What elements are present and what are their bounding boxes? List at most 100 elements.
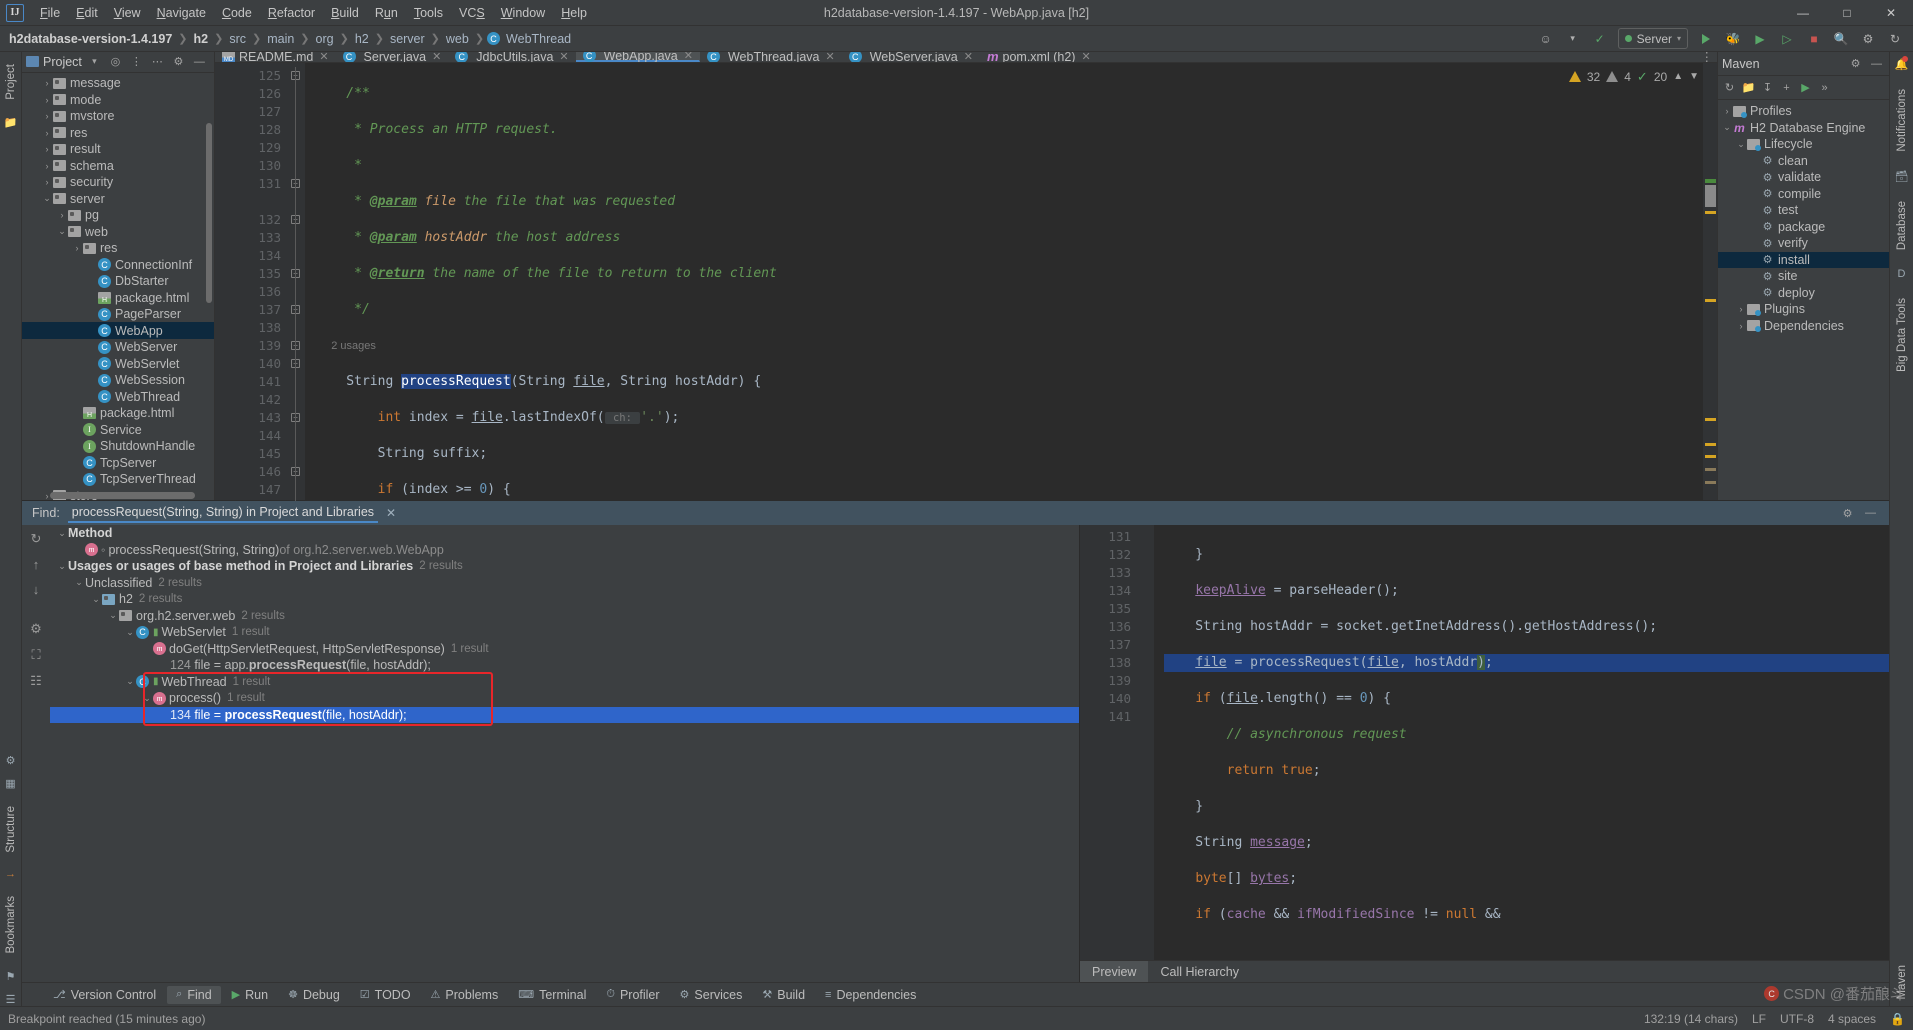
maven-tree-item[interactable]: ⚙ deploy [1718,285,1889,302]
editor-tab[interactable]: C Server.java ✕ [336,52,449,62]
sidebar-tab-database[interactable]: Database [1894,195,1910,256]
preview-text[interactable]: } keepAlive = parseHeader(); String host… [1154,525,1889,960]
project-tree-item[interactable]: C WebSession [22,372,214,389]
chevron-right-icon[interactable]: › [56,210,68,220]
editor-tab[interactable]: C WebThread.java ✕ [700,52,842,62]
grid-icon[interactable]: ▦ [5,777,15,790]
chevron-right-icon[interactable]: › [41,111,53,121]
prev-problem-icon[interactable]: ▲ [1673,71,1683,82]
chevron-right-icon[interactable]: › [1735,321,1747,331]
menu-edit[interactable]: Edit [68,3,106,23]
close-icon[interactable]: ✕ [386,506,396,520]
menu-tools[interactable]: Tools [406,3,451,23]
maven-tree-item[interactable]: ⚙ clean [1718,153,1889,170]
chevron-right-icon[interactable]: › [41,161,53,171]
breadcrumb-module[interactable]: h2 [191,30,212,48]
chevron-down-icon[interactable]: ⌄ [41,193,53,204]
breadcrumb-h2[interactable]: h2 [352,30,372,48]
sidebar-tab-bookmarks[interactable]: Bookmarks [3,890,19,960]
menu-code[interactable]: Code [214,3,260,23]
more-icon[interactable]: » [1816,79,1833,97]
project-tree-scrollbar[interactable] [206,122,212,303]
chevron-down-icon[interactable]: ⌄ [73,577,85,588]
maven-tree-item[interactable]: ⌄ m H2 Database Engine [1718,120,1889,137]
close-tab-icon[interactable]: ✕ [825,52,834,62]
editor-tab[interactable]: MD README.md ✕ [215,52,336,62]
sidebar-tab-project[interactable]: Project [3,58,19,106]
chevron-down-icon[interactable]: ⌄ [56,226,68,237]
add-maven-module-icon[interactable]: 📁 [1740,79,1757,97]
maven-tree-item[interactable]: ⌄ Lifecycle [1718,136,1889,153]
caret-position[interactable]: 132:19 (14 chars) [1644,1012,1738,1026]
database-icon[interactable]: 🗃 [1895,170,1909,183]
find-result-row[interactable]: m ◦ processRequest(String, String) of org.… [50,542,1079,559]
find-result-row[interactable]: ⌄ org.h2.server.web 2 results [50,608,1079,625]
maven-tree-item[interactable]: ⚙ validate [1718,169,1889,186]
build-wrench-icon[interactable]: ✓ [1588,28,1612,50]
user-avatar-icon[interactable]: ☺ [1534,28,1558,50]
profile-button[interactable]: ▷ [1775,28,1799,50]
editor-fold-column[interactable]: −−−−−−−−−−− [287,62,305,571]
find-result-row[interactable]: ⌄ h2 2 results [50,591,1079,608]
editor-tab[interactable]: C WebServer.java ✕ [842,52,980,62]
expand-all-icon[interactable]: ⋮ [128,53,145,71]
breadcrumb-class[interactable]: WebThread [503,30,574,48]
search-everywhere-icon[interactable]: 🔍 [1829,28,1853,50]
line-separator[interactable]: LF [1752,1012,1766,1026]
menu-navigate[interactable]: Navigate [149,3,214,23]
bottom-tab-find[interactable]: ⌕ Find [167,985,221,1004]
menu-refactor[interactable]: Refactor [260,3,323,23]
chevron-down-icon[interactable]: ⌄ [124,627,136,638]
project-tree-item[interactable]: I Service [22,421,214,438]
find-result-row[interactable]: 134 file = processRequest(file, hostAddr… [50,706,1079,723]
next-problem-icon[interactable]: ▼ [1689,71,1699,82]
project-tree-item[interactable]: C WebThread [22,388,214,405]
menu-build[interactable]: Build [323,3,367,23]
chevron-right-icon[interactable]: › [41,144,53,154]
project-tree-item[interactable]: ⌄ web [22,223,214,240]
project-tree-item[interactable]: › result [22,141,214,158]
chevron-down-icon[interactable]: ▾ [86,53,103,71]
find-result-row[interactable]: ⌄ C ▮ WebServlet 1 result [50,624,1079,641]
project-tree-item[interactable]: ⌄ server [22,190,214,207]
chevron-down-icon[interactable]: ⌄ [1721,122,1733,133]
run-coverage-button[interactable]: ▶ [1748,28,1772,50]
project-tree-item[interactable]: Hpackage.html [22,289,214,306]
project-tree-item[interactable]: › mvstore [22,108,214,125]
close-tab-icon[interactable]: ✕ [432,52,441,62]
chevron-down-icon[interactable]: ⌄ [141,693,153,704]
run-configuration-selector[interactable]: Server ▾ [1617,28,1688,49]
locate-file-icon[interactable]: ◎ [107,53,124,71]
bottom-tab-build[interactable]: ⚒ Build [753,986,814,1004]
menu-vcs[interactable]: VCS [451,3,493,23]
find-result-row[interactable]: m doGet(HttpServletRequest, HttpServletRe… [50,641,1079,658]
chevron-right-icon[interactable]: › [1735,304,1747,314]
find-result-row[interactable]: ⌄ Method [50,525,1079,542]
sidebar-tab-notifications[interactable]: Notifications [1894,83,1910,158]
bottom-tab-debug[interactable]: ☸ Debug [279,986,349,1004]
find-result-row[interactable]: ⌄ C ▮ WebThread 1 result [50,674,1079,691]
project-tree-item[interactable]: C DbStarter [22,273,214,290]
update-project-icon[interactable]: ↻ [1883,28,1907,50]
project-tree-item[interactable]: C PageParser [22,306,214,323]
project-tree-item[interactable]: I ShutdownHandle [22,438,214,455]
maven-tree-item[interactable]: › Plugins [1718,301,1889,318]
chevron-right-icon[interactable]: › [41,95,53,105]
minimize-button[interactable]: — [1781,0,1825,26]
chevron-down-icon[interactable]: ⌄ [124,676,136,687]
chevron-right-icon[interactable]: › [1721,106,1733,116]
close-tab-icon[interactable]: ✕ [964,52,973,62]
project-tree-item[interactable]: C ConnectionInf [22,256,214,273]
project-tree-item[interactable]: › mode [22,91,214,108]
close-tab-icon[interactable]: ✕ [1081,52,1090,62]
maven-tree-item[interactable]: ⚙ compile [1718,186,1889,203]
list-icon[interactable]: ☰ [6,993,16,1006]
reload-project-icon[interactable]: ↻ [1721,79,1738,97]
chevron-down-icon[interactable]: ⌄ [56,561,68,572]
expand-all-icon[interactable]: ⛶ [31,647,40,663]
chevron-right-icon[interactable]: › [41,128,53,138]
breadcrumb-project[interactable]: h2database-version-1.4.197 [6,30,175,48]
editor-tab[interactable]: C JdbcUtils.java ✕ [448,52,575,62]
download-sources-icon[interactable]: ↧ [1759,79,1776,97]
indent-setting[interactable]: 4 spaces [1828,1012,1876,1026]
